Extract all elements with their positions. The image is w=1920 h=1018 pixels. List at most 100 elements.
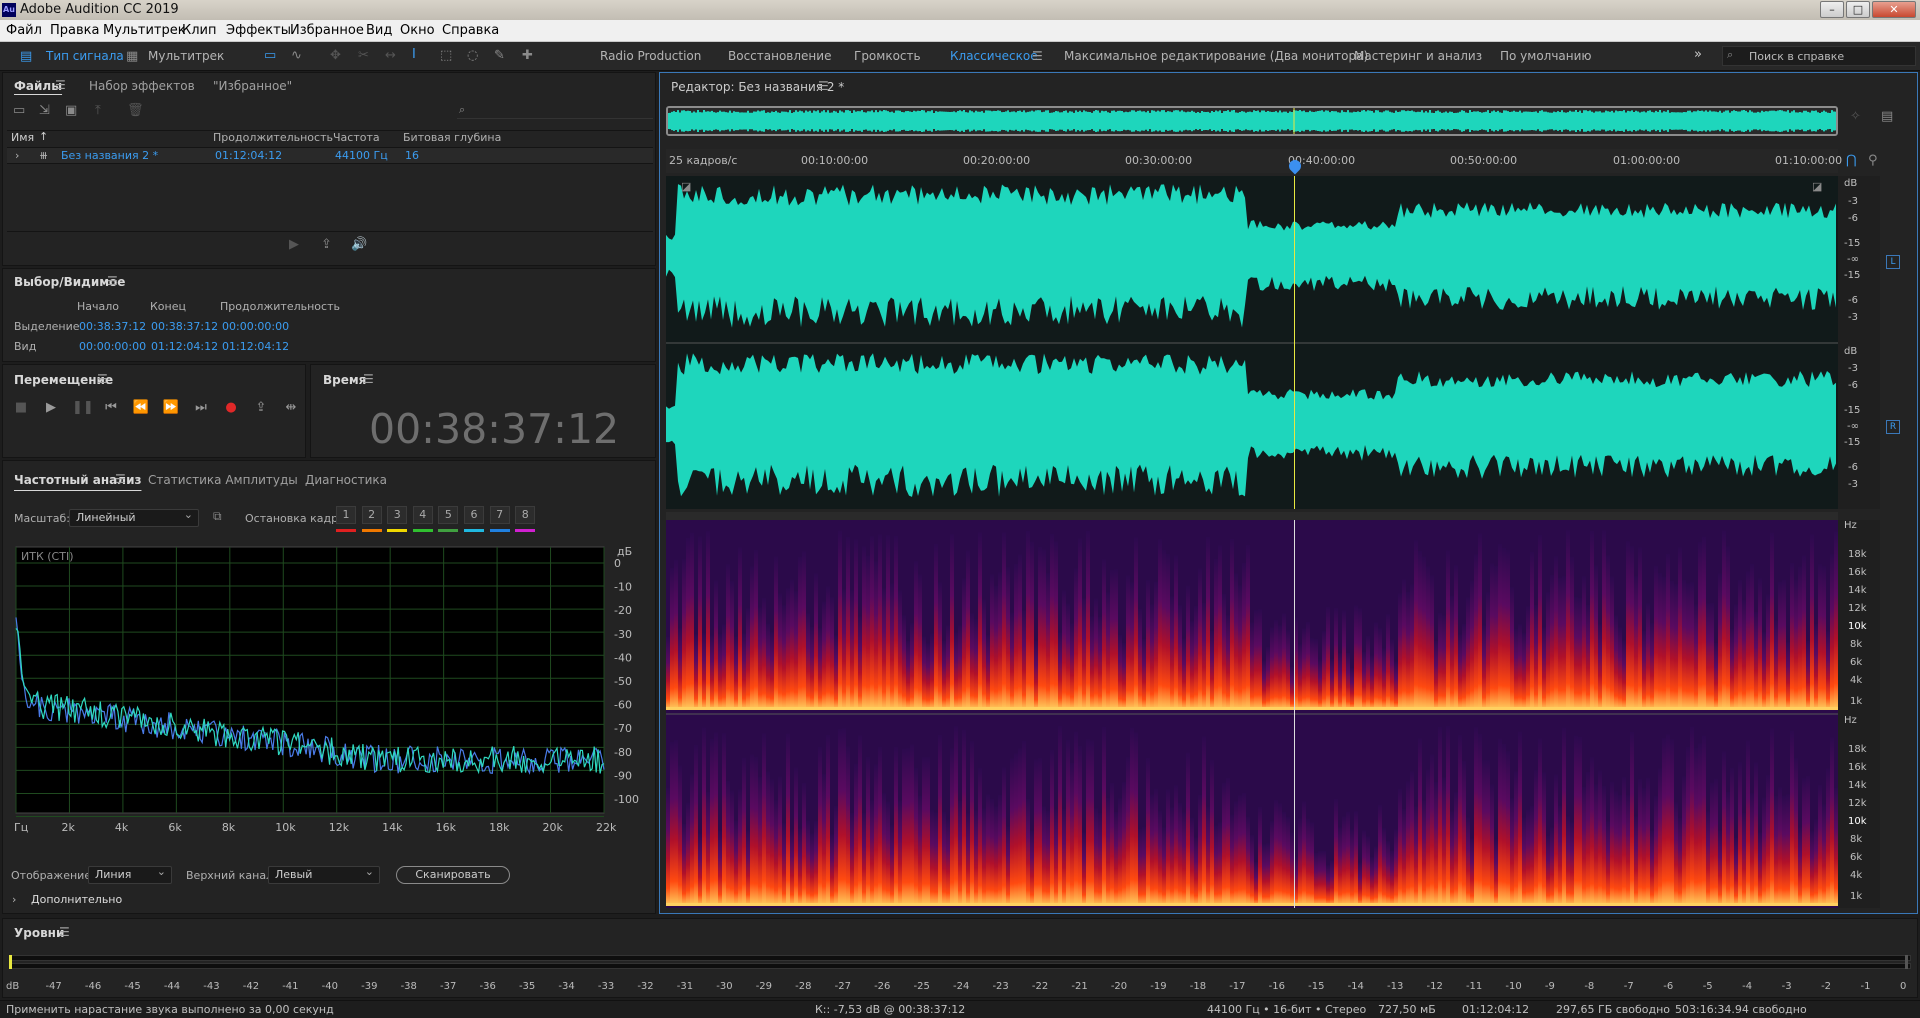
loop-icon[interactable]: ⇪ [252, 400, 270, 415]
selection-duration[interactable]: 00:00:00:00 [222, 320, 289, 333]
workspace-max-edit[interactable]: Максимальное редактирование (Два монитор… [1064, 49, 1368, 63]
skip-selection-icon[interactable]: ⇹ [282, 400, 300, 415]
freeze-slot-1[interactable]: 1 [336, 506, 356, 524]
time-menu-icon[interactable]: ☰ [363, 372, 374, 386]
levels-menu-icon[interactable]: ☰ [59, 925, 70, 939]
selection-end[interactable]: 00:38:37:12 [151, 320, 218, 333]
slip-tool-icon[interactable]: ↔ [385, 48, 396, 63]
menu-clip[interactable]: Клип [182, 23, 217, 38]
freeze-slot-7[interactable]: 7 [489, 506, 510, 524]
view-end[interactable]: 01:12:04:12 [151, 340, 218, 353]
play-icon[interactable]: ▶ [42, 400, 60, 415]
move-tool-icon[interactable]: ✥ [330, 48, 341, 63]
advanced-toggle[interactable]: Дополнительно [31, 893, 122, 906]
display-select[interactable]: Линия [88, 865, 172, 884]
waveform-view-button[interactable]: Тип сигнала [46, 49, 124, 63]
col-rate[interactable]: Частота [333, 131, 380, 144]
editor-menu-icon[interactable]: ☰ [818, 79, 829, 93]
transport-menu-icon[interactable]: ☰ [97, 372, 108, 386]
brush-tool-icon[interactable]: ✎ [494, 48, 505, 63]
menu-help[interactable]: Справка [442, 23, 499, 38]
workspace-mastering[interactable]: Мастеринг и анализ [1354, 49, 1482, 63]
workspace-classic[interactable]: Классическое [950, 49, 1038, 63]
menu-file[interactable]: Файл [6, 23, 42, 38]
freeze-slot-6[interactable]: 6 [464, 506, 484, 524]
menu-edit[interactable]: Правка [50, 23, 99, 38]
spectral-display-icon[interactable]: ∿ [291, 48, 302, 63]
channel-l-toggle[interactable]: L [1886, 255, 1900, 269]
more-workspaces-icon[interactable]: » [1694, 47, 1702, 62]
open-file-icon[interactable]: ▭ [13, 103, 25, 118]
freeze-slot-4[interactable]: 4 [412, 506, 433, 524]
freeze-slot-8[interactable]: 8 [515, 506, 536, 524]
freeze-slot-5[interactable]: 5 [438, 506, 459, 524]
tab-amplitude-stats[interactable]: Статистика Амплитуды [148, 473, 298, 487]
clip-indicator[interactable] [1905, 955, 1908, 969]
tab-diagnostics[interactable]: Диагностика [305, 473, 387, 487]
spectral-view[interactable] [666, 520, 1838, 908]
selection-menu-icon[interactable]: ☰ [107, 274, 118, 288]
view-duration[interactable]: 01:12:04:12 [222, 340, 289, 353]
lasso-tool-icon[interactable]: ◌ [467, 48, 478, 63]
skip-start-icon[interactable]: ⏮ [102, 400, 120, 415]
workspace-default[interactable]: По умолчанию [1500, 49, 1592, 63]
scale-select[interactable]: Линейный [69, 508, 199, 527]
timeline-ruler[interactable]: 25 кадров/с 00:10:00:00 00:20:00:00 00:3… [666, 149, 1842, 173]
insert-multitrack-icon[interactable]: ⤒ [95, 103, 101, 118]
waveform-display-icon[interactable]: ▭ [264, 48, 276, 63]
record-icon[interactable]: ● [222, 400, 240, 415]
corner-left-icon[interactable]: ◪ [681, 180, 691, 193]
channel-r-toggle[interactable]: R [1886, 420, 1900, 434]
files-menu-icon[interactable]: ☰ [55, 78, 66, 92]
overview-bar[interactable] [666, 106, 1838, 136]
channel-select[interactable]: Левый [268, 865, 380, 884]
preview-play-icon[interactable]: ▶ [289, 237, 299, 252]
workspace-menu-icon[interactable]: ☰ [1032, 49, 1043, 63]
table-row[interactable]: › ⧻ Без названия 2 * 01:12:04:12 44100 Г… [7, 147, 653, 164]
skip-end-icon[interactable]: ⏭ [192, 400, 210, 415]
marquee-tool-icon[interactable]: ⬚ [440, 48, 452, 63]
preview-loop-icon[interactable]: ⇪ [321, 237, 332, 252]
help-search-input[interactable]: ⌕ Поиск в справке [1722, 46, 1916, 66]
workspace-radio[interactable]: Radio Production [600, 49, 701, 63]
tab-effects-rack[interactable]: Набор эффектов [89, 79, 195, 93]
pause-icon[interactable]: ❚❚ [72, 400, 94, 415]
waveform-view[interactable] [666, 176, 1838, 509]
multitrack-view-button[interactable]: Мультитрек [148, 49, 224, 63]
minimize-button[interactable]: – [1820, 1, 1844, 18]
menu-favorites[interactable]: Избранное [290, 23, 364, 38]
col-duration[interactable]: Продолжительность [213, 131, 333, 144]
close-button[interactable]: ✕ [1872, 1, 1916, 18]
preview-volume-icon[interactable]: 🔊 [351, 237, 367, 252]
hud-icon[interactable]: ▤ [1881, 109, 1893, 124]
capture-icon[interactable]: ⧉ [213, 509, 222, 524]
col-depth[interactable]: Битовая глубина [403, 131, 501, 144]
razor-tool-icon[interactable]: ✂ [358, 48, 369, 63]
tab-favorites[interactable]: "Избранное" [213, 79, 292, 93]
import-file-icon[interactable]: ⇲ [39, 103, 50, 118]
fast-forward-icon[interactable]: ⏩ [162, 400, 180, 415]
zoom-out-full-icon[interactable]: ✧ [1850, 109, 1861, 124]
files-search-input[interactable]: ⌕ [457, 103, 653, 119]
time-selection-tool-icon[interactable]: I [412, 47, 416, 62]
workspace-loudness[interactable]: Громкость [854, 49, 921, 63]
spot-healing-icon[interactable]: ✚ [522, 48, 533, 63]
workspace-restore[interactable]: Восстановление [728, 49, 831, 63]
view-start[interactable]: 00:00:00:00 [79, 340, 146, 353]
advanced-chevron-icon[interactable]: › [12, 893, 16, 906]
rewind-icon[interactable]: ⏪ [132, 400, 150, 415]
snap-icon[interactable]: ⋂ [1846, 153, 1857, 168]
freeze-slot-3[interactable]: 3 [387, 506, 408, 524]
col-name[interactable]: Имя [11, 131, 34, 144]
maximize-button[interactable]: □ [1846, 1, 1870, 18]
frequency-menu-icon[interactable]: ☰ [115, 472, 126, 486]
new-file-icon[interactable]: ▣ [65, 103, 77, 118]
scan-button[interactable]: Сканировать [396, 866, 510, 884]
freeze-slot-2[interactable]: 2 [361, 506, 382, 524]
selection-start[interactable]: 00:38:37:12 [79, 320, 146, 333]
divider-handle[interactable] [666, 512, 1838, 520]
menu-effects[interactable]: Эффекты [226, 23, 291, 38]
corner-right-icon[interactable]: ◪ [1812, 180, 1822, 193]
menu-window[interactable]: Окно [400, 23, 435, 38]
stop-icon[interactable]: ■ [12, 400, 30, 415]
